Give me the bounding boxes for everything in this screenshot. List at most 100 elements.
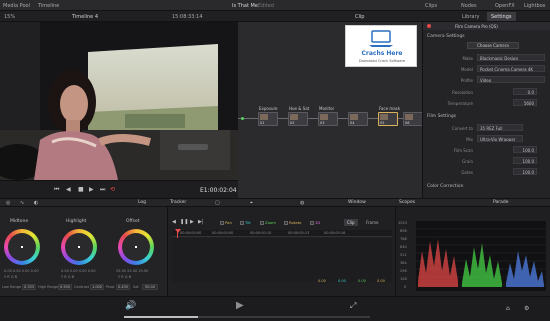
node-label: Face mask [379, 106, 401, 111]
wheel-title-offset: Offset [126, 219, 140, 224]
sat-field[interactable]: 50.00 [142, 284, 158, 290]
node-04[interactable]: 04 [348, 112, 368, 126]
stop-icon[interactable]: ■ [78, 187, 84, 193]
track-forward-icon[interactable]: ▶ [190, 219, 194, 225]
pivot-field[interactable]: 0.435 [116, 284, 130, 290]
node-exposure[interactable]: 01 [258, 112, 278, 126]
midtone-values: 0.00 0.00 0.00 0.00 [4, 269, 39, 273]
high-range-field[interactable]: 0.550 [58, 284, 72, 290]
tilt-checkbox[interactable]: Tilt [240, 220, 251, 225]
highlight-wheel[interactable] [61, 229, 97, 265]
camera-section-header[interactable]: Camera Settings [427, 34, 465, 39]
film-scan-field[interactable]: 100.0 [513, 146, 537, 153]
low-range-label: Low Range [2, 285, 22, 289]
track-pause-icon[interactable]: ❚❚ [180, 219, 188, 225]
node-editor: Crachs Here Download Crack Software 01 E… [238, 22, 422, 198]
grain-field[interactable]: 100.0 [513, 157, 537, 164]
timeline-name-dropdown[interactable]: Timeline 4 [72, 14, 98, 20]
node-label: Hue & Sat [289, 106, 310, 111]
effect-enable-icon[interactable] [427, 24, 431, 28]
settings-tab[interactable]: Settings [487, 12, 516, 21]
media-pool-tab[interactable]: Media Pool [3, 3, 30, 9]
track-reverse-icon[interactable]: ◀ [172, 219, 176, 225]
tilt-readout: 0.00 [338, 279, 346, 283]
blur-icon[interactable]: ◍ [300, 200, 304, 206]
home-icon[interactable]: ⌂ [506, 306, 510, 312]
make-dropdown[interactable]: Blackmagic Design [477, 54, 545, 61]
node-face-mask[interactable]: 05 [378, 112, 398, 126]
window-icon[interactable]: ▢ [215, 200, 220, 206]
openfx-button[interactable]: OpenFX [495, 3, 515, 9]
clip-mode-button[interactable]: Clip [344, 219, 358, 226]
laptop-icon [369, 30, 393, 47]
low-range-field[interactable]: 0.333 [22, 284, 36, 290]
film-section-header[interactable]: Film Settings [427, 114, 456, 119]
3d-checkbox[interactable]: 3D [310, 220, 320, 225]
tracker-ruler: 00:00:00:00 00:00:00:00 00:00:00:10 00:0… [172, 230, 392, 237]
film-scan-row: Film Scan 100.0 [427, 146, 547, 154]
node-label: Exposure [259, 106, 278, 111]
offset-wheel[interactable] [118, 229, 154, 265]
play-button-icon[interactable]: ▶ [236, 301, 244, 311]
watermark-overlay: Crachs Here Download Crack Software [345, 25, 417, 67]
contrast-field[interactable]: 1.000 [90, 284, 104, 290]
rotate-checkbox[interactable]: Rotate [284, 220, 301, 225]
timeline-tab[interactable]: Timeline [38, 3, 59, 9]
effect-header: Film Camera Pro (QS) [423, 22, 550, 30]
highlight-channel-labels: Y R G B [61, 275, 75, 279]
play-icon[interactable]: ▶ [89, 187, 94, 193]
tracker-title: Tracker [170, 200, 187, 205]
midtone-wheel[interactable] [4, 229, 40, 265]
zoom-level[interactable]: 15% [4, 14, 15, 20]
scopes-title: Scopes [399, 200, 416, 205]
tracker-icon[interactable]: ⌖ [250, 200, 253, 206]
playback-progress-track[interactable] [124, 316, 370, 318]
volume-icon[interactable]: 🔊 [125, 302, 136, 311]
lightbox-button[interactable]: Lightbox [524, 3, 546, 9]
pivot-label: Pivot [106, 285, 115, 289]
curves-icon[interactable]: ∿ [20, 200, 24, 206]
bottom-bar: 🔊 ▶ ⤢ ⌂ ⚙ [0, 296, 550, 321]
model-dropdown[interactable]: Pocket Cinema Camera 4K [477, 65, 545, 72]
choose-camera-button[interactable]: Choose Camera [467, 42, 519, 49]
frame-mode-button[interactable]: Frame [366, 220, 378, 225]
color-wheels-panel: Midtone Highlight Offset 0.00 0.00 0.00 … [0, 207, 168, 296]
temperature-field[interactable]: 5600 [513, 99, 537, 106]
edited-status: Edited [258, 3, 274, 9]
viewer-timecode: 15:08:33:14 [172, 14, 203, 20]
skip-back-icon[interactable]: ⏮ [54, 187, 59, 193]
model-row: Model Pocket Cinema Camera 4K [427, 65, 547, 73]
resolution-field[interactable]: 0.0 [513, 88, 537, 95]
node-monitor[interactable]: 03 [318, 112, 338, 126]
color-wheels-icon[interactable]: ◎ [6, 200, 10, 206]
viewer-header-bar: 15% Timeline 4 15:08:33:14 Clip Library … [0, 11, 550, 22]
wheel-title-midtone: Midtone [10, 219, 29, 224]
scope-mode-dropdown[interactable]: Parade [493, 200, 509, 205]
track-step-icon[interactable]: ▶| [198, 219, 204, 225]
hdr-icon[interactable]: ◐ [34, 200, 38, 206]
wheels-mode-label[interactable]: Log [138, 200, 146, 205]
convert-dropdown[interactable]: 35 REZ Full [477, 124, 523, 131]
profile-dropdown[interactable]: Video [477, 76, 545, 83]
fullscreen-icon[interactable]: ⤢ [350, 302, 356, 310]
loop-icon[interactable]: ⟲ [110, 187, 115, 193]
tracker-graph [172, 238, 392, 282]
settings-gear-icon[interactable]: ⚙ [524, 306, 529, 312]
clips-button[interactable]: Clips [425, 3, 437, 9]
pan-checkbox[interactable]: Pan [220, 220, 232, 225]
rewind-icon[interactable]: ◀ [66, 187, 71, 193]
library-tab[interactable]: Library [462, 14, 479, 20]
color-correction-header[interactable]: Color Correction [427, 184, 463, 189]
midtone-channel-labels: Y R G B [4, 275, 18, 279]
node-hue-sat[interactable]: 02 [288, 112, 308, 126]
mix-dropdown[interactable]: Ultra-Vio Wrapper [477, 135, 523, 142]
input-pin[interactable] [241, 117, 244, 120]
zoom-checkbox[interactable]: Zoom [260, 220, 276, 225]
nodes-button[interactable]: Nodes [461, 3, 477, 9]
sat-label: Sat [133, 285, 139, 289]
gates-field[interactable]: 100.0 [513, 168, 537, 175]
node-06[interactable]: 06 [403, 112, 422, 126]
offset-channel-labels: Y R G B [118, 275, 132, 279]
convert-row: Convert to 35 REZ Full [427, 124, 547, 132]
skip-forward-icon[interactable]: ⏭ [100, 187, 105, 193]
